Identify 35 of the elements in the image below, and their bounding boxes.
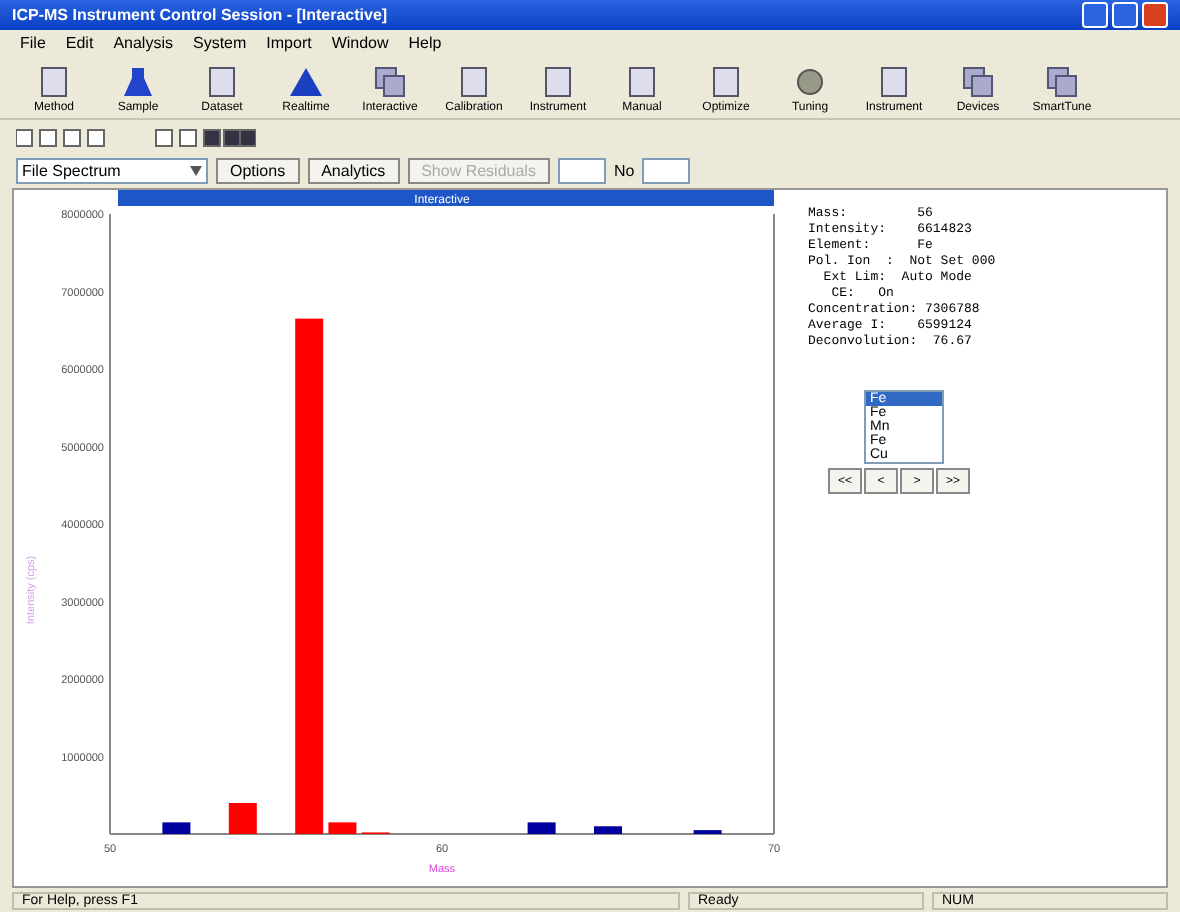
close-button[interactable] [1142, 2, 1168, 28]
bar [162, 822, 191, 834]
bar [228, 803, 257, 834]
stack-icon [372, 64, 408, 100]
doc-icon [624, 64, 660, 100]
window-title: ICP-MS Instrument Control Session - [Interactive] [12, 6, 388, 24]
doc-icon [204, 64, 240, 100]
flask-icon [120, 64, 156, 100]
stack-icon [960, 64, 996, 100]
bar [328, 822, 357, 834]
doc-icon [540, 64, 576, 100]
menu-item[interactable]: Help [408, 34, 442, 56]
toolbar-button[interactable]: Options [216, 158, 300, 184]
spectrum-select[interactable]: File Spectrum [16, 158, 208, 184]
field-label: No [613, 162, 635, 180]
doc-icon [456, 64, 492, 100]
toolbar-button[interactable]: Analytics [307, 158, 400, 184]
stack-icon [1044, 64, 1080, 100]
maximize-button[interactable] [1112, 2, 1138, 28]
doc-icon [36, 64, 72, 100]
bar [527, 822, 556, 834]
menu-item[interactable]: Analysis [113, 34, 173, 56]
minimize-button[interactable] [1082, 2, 1108, 28]
menu-item[interactable]: Edit [65, 34, 94, 56]
menu-item[interactable]: System [192, 34, 247, 56]
bar [594, 826, 622, 834]
doc-icon [876, 64, 912, 100]
input-field[interactable] [557, 158, 606, 184]
menu-item[interactable]: Window [331, 34, 389, 56]
dropdown-arrow-icon [190, 166, 202, 176]
doc-icon [708, 64, 744, 100]
menu-item[interactable]: Import [266, 34, 312, 56]
menu-item[interactable]: File [20, 34, 46, 56]
peak-icon [288, 64, 324, 100]
input-field[interactable] [642, 158, 691, 184]
